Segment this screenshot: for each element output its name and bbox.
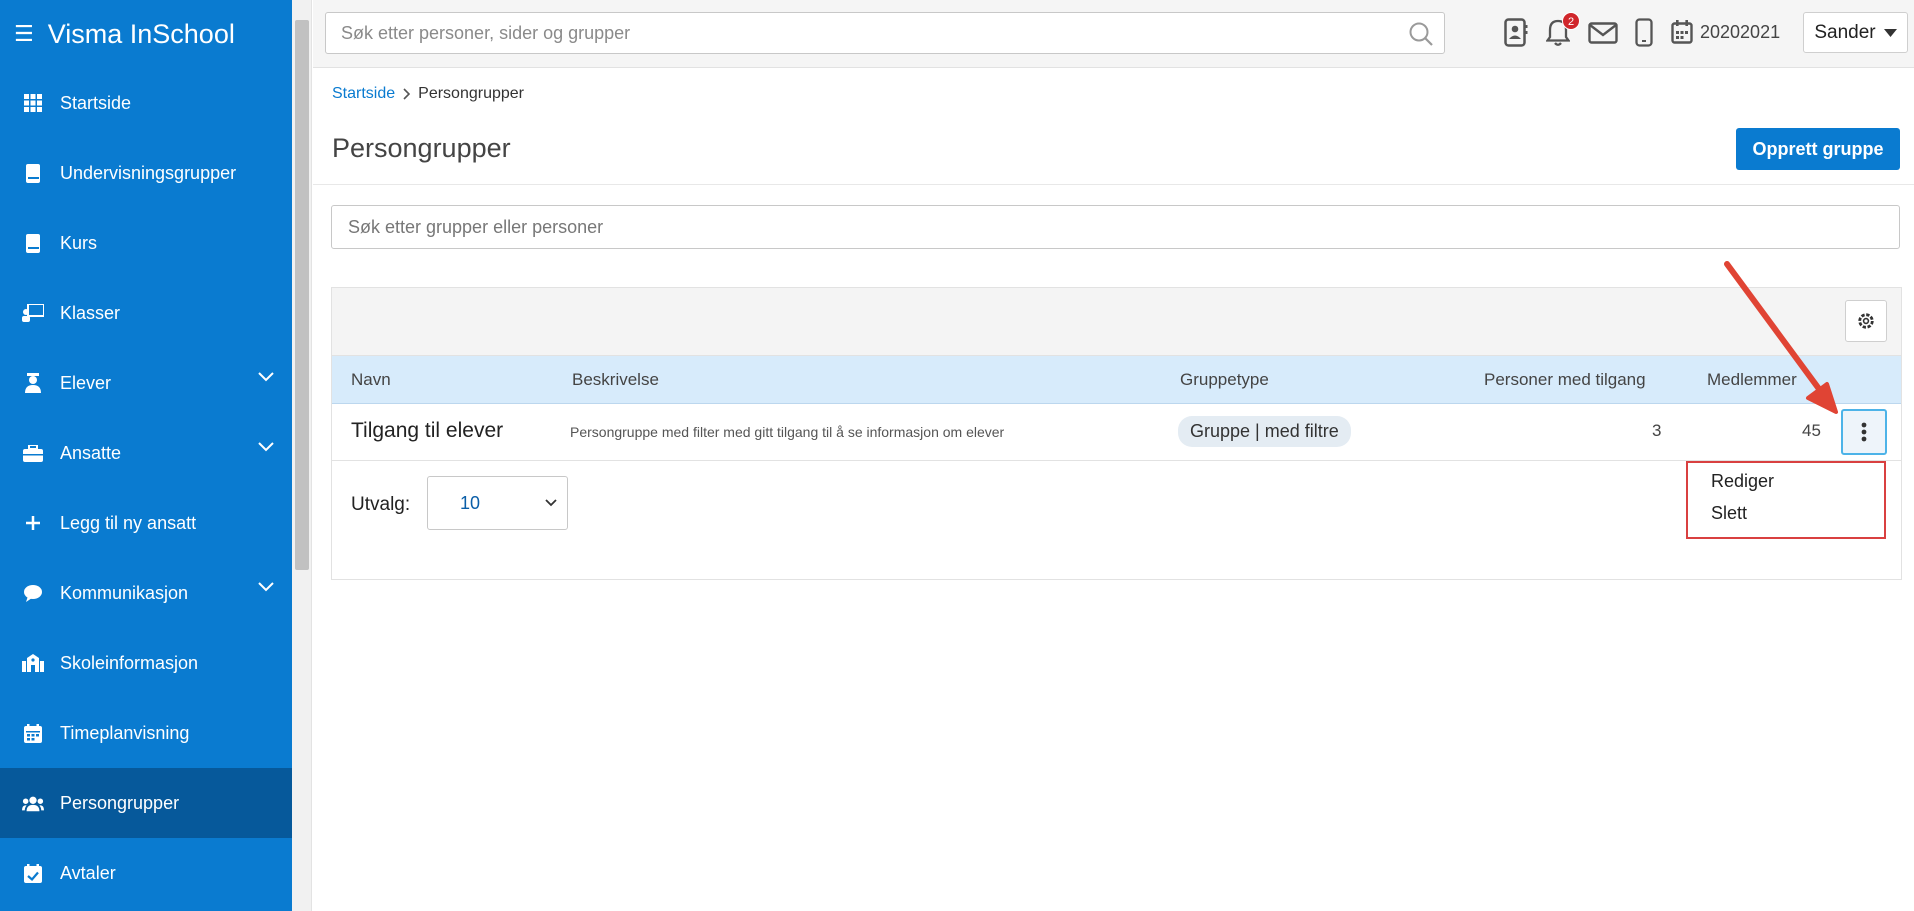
main-content: Startside Persongrupper Persongrupper Op… xyxy=(313,69,1914,911)
sidebar-item-startside[interactable]: Startside xyxy=(0,68,292,138)
chevron-down-icon xyxy=(258,582,274,592)
app-title: Visma InSchool xyxy=(47,18,235,49)
sidebar-item-label: Undervisningsgrupper xyxy=(60,162,237,183)
contacts-icon[interactable] xyxy=(1504,18,1528,52)
kebab-menu-icon xyxy=(1861,422,1867,442)
global-search-input[interactable] xyxy=(326,13,1444,53)
sidebar-item-label: Timeplanvisning xyxy=(60,722,190,743)
sidebar-item-skoleinformasjon[interactable]: Skoleinformasjon xyxy=(0,628,292,698)
notifications-bell-icon[interactable]: 2 xyxy=(1545,12,1580,51)
create-group-button[interactable]: Opprett gruppe xyxy=(1736,128,1900,170)
sidebar-item-label: Kommunikasjon xyxy=(60,582,189,603)
mail-icon[interactable] xyxy=(1588,22,1618,49)
group-type-badge: Gruppe | med filtre xyxy=(1178,416,1351,447)
group-name[interactable]: Tilgang til elever xyxy=(351,419,503,443)
sidebar-item-persongrupper[interactable]: Persongrupper xyxy=(0,768,292,838)
page-size-value: 10 xyxy=(460,492,481,513)
chevron-down-icon xyxy=(258,442,274,452)
divider xyxy=(313,184,1914,185)
book-icon xyxy=(22,232,44,254)
table-row[interactable]: Tilgang til elever Persongruppe med filt… xyxy=(332,404,1901,461)
group-search-input[interactable] xyxy=(332,206,1899,248)
brand: ☰ Visma InSchool xyxy=(0,0,292,68)
groups-table-card: Navn Beskrivelse Gruppetype Personer med… xyxy=(331,287,1902,580)
school-year[interactable]: 20202021 xyxy=(1700,22,1780,43)
calendar-check-icon xyxy=(22,862,44,884)
notification-badge: 2 xyxy=(1562,12,1580,30)
global-search xyxy=(325,12,1445,54)
plus-icon xyxy=(22,512,44,534)
sidebar-item-timeplanvisning[interactable]: Timeplanvisning xyxy=(0,698,292,768)
column-header-medlemmer[interactable]: Medlemmer xyxy=(1707,370,1797,390)
scrollbar-thumb[interactable] xyxy=(295,20,309,570)
sidebar-item-kommunikasjon[interactable]: Kommunikasjon xyxy=(0,558,292,628)
chevron-down-icon xyxy=(258,372,274,382)
access-count: 3 xyxy=(1652,421,1662,440)
column-header-beskrivelse[interactable]: Beskrivelse xyxy=(572,370,659,390)
mobile-phone-icon[interactable] xyxy=(1635,18,1653,52)
row-actions-menu: Rediger Slett xyxy=(1686,461,1886,539)
school-icon xyxy=(22,652,44,674)
briefcase-icon xyxy=(22,442,44,464)
sidebar-item-avtaler[interactable]: Avtaler xyxy=(0,838,292,908)
menu-item-rediger[interactable]: Rediger xyxy=(1711,471,1774,492)
sidebar-item-label: Skoleinformasjon xyxy=(60,652,199,673)
sidebar-item-label: Legg til ny ansatt xyxy=(60,512,197,533)
presentation-icon xyxy=(22,302,44,324)
sidebar-item-klasser[interactable]: Klasser xyxy=(0,278,292,348)
user-name: Sander xyxy=(1814,21,1876,43)
chat-icon xyxy=(22,582,44,604)
sidebar-item-label: Persongrupper xyxy=(60,792,180,813)
page-size-select[interactable]: 10 xyxy=(427,476,568,530)
column-header-personer-med-tilgang[interactable]: Personer med tilgang xyxy=(1484,370,1646,390)
search-icon[interactable] xyxy=(1408,21,1434,47)
sidebar-item-label: Kurs xyxy=(60,232,98,253)
row-actions-button[interactable] xyxy=(1841,409,1887,455)
table-header: Navn Beskrivelse Gruppetype Personer med… xyxy=(332,356,1901,404)
page-size-label: Utvalg: xyxy=(351,494,411,515)
caret-down-icon xyxy=(1883,28,1897,37)
sidebar-scrollbar[interactable] xyxy=(292,0,312,911)
sidebar-item-label: Klasser xyxy=(60,302,121,323)
sidebar-item-label: Avtaler xyxy=(60,862,116,883)
table-toolbar xyxy=(332,288,1901,356)
breadcrumb: Startside Persongrupper xyxy=(332,85,524,103)
grid-icon xyxy=(22,92,44,114)
page-title: Persongrupper xyxy=(332,133,511,163)
group-description: Persongruppe med filter med gitt tilgang… xyxy=(570,424,1005,440)
column-header-gruppetype[interactable]: Gruppetype xyxy=(1180,370,1269,390)
users-icon xyxy=(22,792,44,814)
sidebar-item-legg-til-ny-ansatt[interactable]: Legg til ny ansatt xyxy=(0,488,292,558)
sidebar-item-ansatte[interactable]: Ansatte xyxy=(0,418,292,488)
calendar-icon[interactable] xyxy=(1671,20,1693,49)
sidebar-item-kurs[interactable]: Kurs xyxy=(0,208,292,278)
group-search xyxy=(331,205,1900,249)
sidebar-item-elever[interactable]: Elever xyxy=(0,348,292,418)
calendar-icon xyxy=(22,722,44,744)
chevron-down-icon xyxy=(545,499,557,507)
top-bar: 2 20202021 Sander xyxy=(313,0,1914,68)
sidebar: ☰ Visma InSchool Startside Undervisnings… xyxy=(0,0,292,911)
hamburger-menu-icon[interactable]: ☰ xyxy=(14,21,34,47)
breadcrumb-home-link[interactable]: Startside xyxy=(332,85,395,103)
book-icon xyxy=(22,162,44,184)
menu-item-slett[interactable]: Slett xyxy=(1711,503,1747,524)
members-count: 45 xyxy=(1802,421,1821,440)
chevron-right-icon xyxy=(403,88,411,100)
sidebar-item-label: Startside xyxy=(60,92,132,113)
sidebar-item-label: Elever xyxy=(60,372,112,393)
sidebar-item-label: Ansatte xyxy=(60,442,122,463)
breadcrumb-current: Persongrupper xyxy=(418,85,524,102)
student-icon xyxy=(22,372,44,394)
gear-icon xyxy=(1858,313,1874,329)
user-menu-button[interactable]: Sander xyxy=(1803,12,1908,53)
column-header-navn[interactable]: Navn xyxy=(351,370,391,390)
table-settings-button[interactable] xyxy=(1845,300,1887,342)
sidebar-item-undervisningsgrupper[interactable]: Undervisningsgrupper xyxy=(0,138,292,208)
